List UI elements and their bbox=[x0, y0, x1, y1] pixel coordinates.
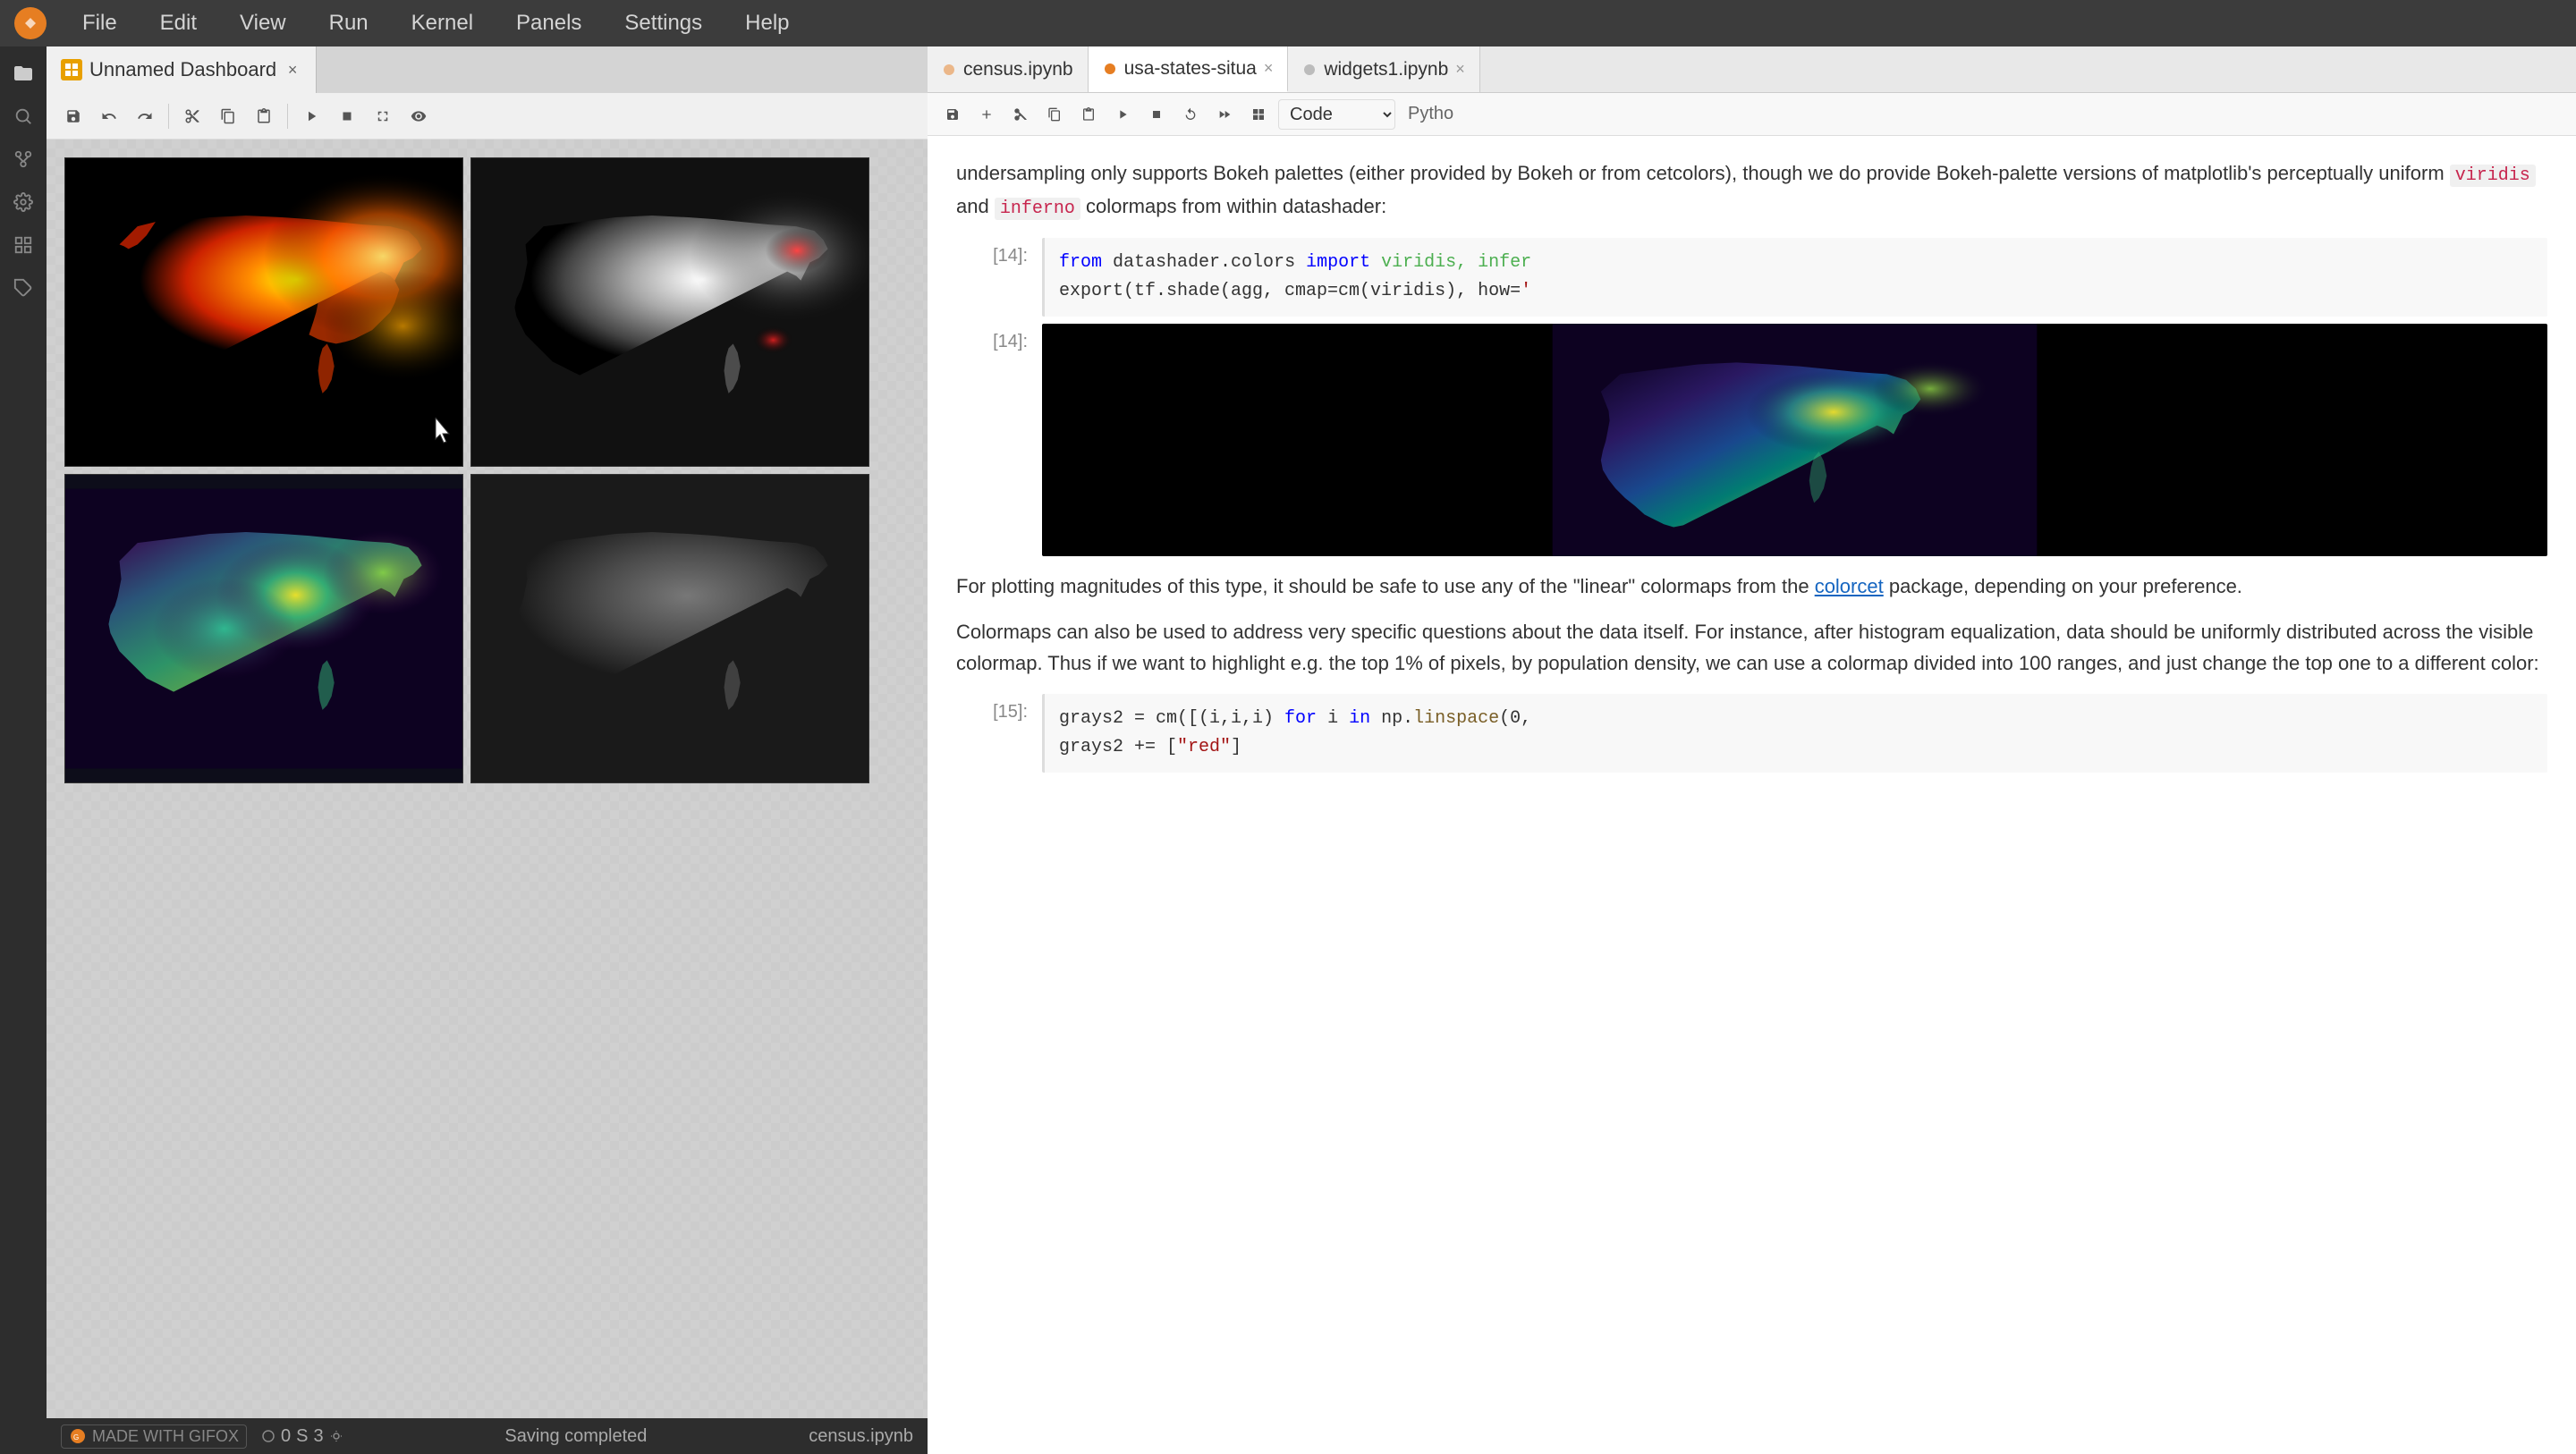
sidebar-icon-layers[interactable] bbox=[4, 225, 43, 265]
sidebar-icon-git[interactable] bbox=[4, 139, 43, 179]
left-sidebar bbox=[0, 46, 47, 1454]
cell-15-code[interactable]: grays2 = cm([(i,i,i) for i in np.linspac… bbox=[1042, 694, 2547, 773]
redo-button[interactable] bbox=[129, 100, 161, 132]
sidebar-icon-extension[interactable] bbox=[4, 268, 43, 308]
app-logo bbox=[14, 7, 47, 39]
right-grid-button[interactable] bbox=[1244, 100, 1273, 129]
kernel-name: Pytho bbox=[1408, 104, 1453, 124]
dashboard-tab-label: Unnamed Dashboard bbox=[89, 58, 276, 81]
for-plotting-text: For plotting magnitudes of this type, it… bbox=[956, 571, 2547, 602]
intro-text-block: undersampling only supports Bokeh palett… bbox=[956, 157, 2547, 224]
menu-bar: File Edit View Run Kernel Panels Setting… bbox=[0, 0, 2576, 46]
right-cut-button[interactable] bbox=[1006, 100, 1035, 129]
right-stop-button[interactable] bbox=[1142, 100, 1171, 129]
cell-14-label: [14]: bbox=[956, 238, 1028, 317]
cell-14-out-label: [14]: bbox=[956, 324, 1028, 556]
right-tab-census[interactable]: census.ipynb bbox=[928, 46, 1089, 92]
sidebar-icon-folder[interactable] bbox=[4, 54, 43, 93]
right-save-button[interactable] bbox=[938, 100, 967, 129]
menu-help[interactable]: Help bbox=[738, 7, 796, 39]
right-run-button[interactable] bbox=[1108, 100, 1137, 129]
undo-button[interactable] bbox=[93, 100, 125, 132]
sidebar-icon-search[interactable] bbox=[4, 97, 43, 136]
expand-button[interactable] bbox=[367, 100, 399, 132]
menu-panels[interactable]: Panels bbox=[509, 7, 589, 39]
right-tab-usa-label: usa-states-situa bbox=[1124, 58, 1257, 80]
right-tab-widgets-close[interactable]: × bbox=[1455, 60, 1465, 79]
sidebar-icon-settings[interactable] bbox=[4, 182, 43, 222]
cell-type-select[interactable]: Code Markdown Raw bbox=[1278, 99, 1395, 130]
menu-kernel[interactable]: Kernel bbox=[404, 7, 480, 39]
right-tab-widgets-label: widgets1.ipynb bbox=[1324, 59, 1448, 80]
dashboard-content[interactable] bbox=[47, 139, 928, 1418]
cell-14-output: [14]: bbox=[956, 324, 2547, 556]
map-grid bbox=[64, 157, 869, 783]
map-fire[interactable] bbox=[64, 157, 463, 467]
cut-button[interactable] bbox=[176, 100, 208, 132]
right-tab-census-label: census.ipynb bbox=[963, 59, 1073, 80]
status-bar: G MADE WITH GIFOX 0 S 3 Saving completed… bbox=[47, 1418, 928, 1454]
right-toolbar: Code Markdown Raw Pytho bbox=[928, 93, 2576, 136]
right-copy-button[interactable] bbox=[1040, 100, 1069, 129]
right-tab-usa[interactable]: usa-states-situa × bbox=[1089, 46, 1289, 92]
status-center-text: Saving completed bbox=[358, 1426, 795, 1447]
right-tab-bar: census.ipynb usa-states-situa × widgets1… bbox=[928, 46, 2576, 93]
menu-file[interactable]: File bbox=[75, 7, 124, 39]
main-layout: Unnamed Dashboard × bbox=[0, 46, 2576, 1454]
left-panel: Unnamed Dashboard × bbox=[47, 46, 928, 1454]
cell-15-input: [15]: grays2 = cm([(i,i,i) for i in np.l… bbox=[956, 694, 2547, 773]
colorcet-link[interactable]: colorcet bbox=[1815, 575, 1884, 597]
cell-14-code[interactable]: from datashader.colors import viridis, i… bbox=[1042, 238, 2547, 317]
map-darkgray[interactable] bbox=[470, 474, 869, 783]
menu-run[interactable]: Run bbox=[322, 7, 376, 39]
paste-button[interactable] bbox=[248, 100, 280, 132]
copy-button[interactable] bbox=[212, 100, 244, 132]
status-num: 3 bbox=[313, 1426, 323, 1447]
inferno-code: inferno bbox=[995, 198, 1080, 220]
tab-bar: Unnamed Dashboard × bbox=[47, 46, 928, 93]
map-gray[interactable] bbox=[470, 157, 869, 467]
toolbar-separator-2 bbox=[287, 104, 288, 129]
map-viridis[interactable] bbox=[64, 474, 463, 783]
right-panel: census.ipynb usa-states-situa × widgets1… bbox=[928, 46, 2576, 1454]
right-restart-button[interactable] bbox=[1176, 100, 1205, 129]
svg-text:G: G bbox=[73, 1433, 79, 1441]
viridis-code: viridis bbox=[2450, 165, 2536, 187]
menu-view[interactable]: View bbox=[233, 7, 293, 39]
gifox-label: MADE WITH GIFOX bbox=[92, 1427, 239, 1446]
stop-button[interactable] bbox=[331, 100, 363, 132]
run-button[interactable] bbox=[295, 100, 327, 132]
right-fastforward-button[interactable] bbox=[1210, 100, 1239, 129]
toolbar bbox=[47, 93, 928, 139]
right-tab-usa-close[interactable]: × bbox=[1264, 59, 1274, 78]
right-add-button[interactable] bbox=[972, 100, 1001, 129]
gifox-badge: G MADE WITH GIFOX bbox=[61, 1424, 247, 1449]
right-paste-button[interactable] bbox=[1074, 100, 1103, 129]
menu-edit[interactable]: Edit bbox=[153, 7, 204, 39]
save-button[interactable] bbox=[57, 100, 89, 132]
dashboard-tab[interactable]: Unnamed Dashboard × bbox=[47, 46, 317, 93]
status-s: S bbox=[296, 1426, 308, 1447]
toolbar-separator-1 bbox=[168, 104, 169, 129]
cell-15-label: [15]: bbox=[956, 694, 1028, 773]
notebook-content[interactable]: undersampling only supports Bokeh palett… bbox=[928, 136, 2576, 1454]
dashboard-tab-icon bbox=[61, 59, 82, 80]
cell-14-input: [14]: from datashader.colors import viri… bbox=[956, 238, 2547, 317]
preview-button[interactable] bbox=[402, 100, 435, 132]
viridis-map-output bbox=[1042, 324, 2547, 556]
right-tab-widgets[interactable]: widgets1.ipynb × bbox=[1288, 46, 1479, 92]
menu-settings[interactable]: Settings bbox=[617, 7, 709, 39]
status-right-text: census.ipynb bbox=[809, 1426, 913, 1447]
colormaps-address-text: Colormaps can also be used to address ve… bbox=[956, 616, 2547, 679]
intro-text: undersampling only supports Bokeh palett… bbox=[956, 162, 2450, 184]
dashboard-tab-close[interactable]: × bbox=[284, 61, 301, 79]
status-branch: 0 bbox=[281, 1426, 291, 1447]
